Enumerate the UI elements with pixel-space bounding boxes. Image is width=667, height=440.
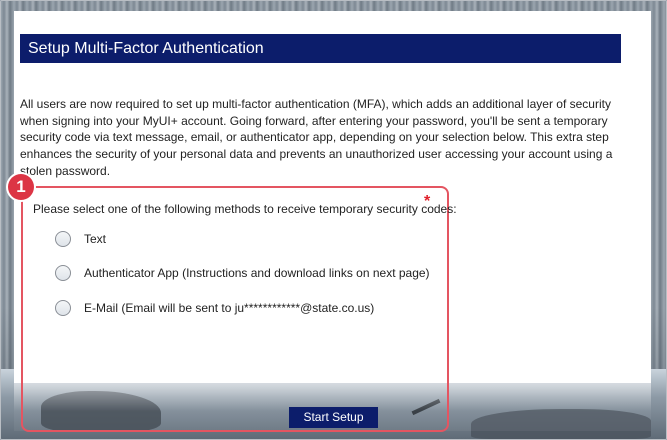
radio-email[interactable] — [55, 300, 71, 316]
option-email[interactable]: E-Mail (Email will be sent to ju********… — [55, 300, 374, 316]
start-setup-button[interactable]: Start Setup — [289, 407, 378, 428]
radio-authenticator-app[interactable] — [55, 265, 71, 281]
option-text[interactable]: Text — [55, 231, 106, 247]
callout-number-badge: 1 — [8, 174, 34, 200]
window-frame: Setup Multi-Factor Authentication All us… — [0, 0, 667, 440]
radio-text[interactable] — [55, 231, 71, 247]
page-title: Setup Multi-Factor Authentication — [20, 34, 621, 63]
method-prompt: Please select one of the following metho… — [33, 202, 457, 216]
required-marker: * — [424, 193, 431, 210]
intro-paragraph: All users are now required to set up mul… — [20, 97, 613, 178]
option-label: E-Mail (Email will be sent to ju********… — [84, 301, 375, 315]
option-label: Text — [84, 232, 107, 246]
option-label: Authenticator App (Instructions and down… — [84, 266, 430, 280]
option-authenticator-app[interactable]: Authenticator App (Instructions and down… — [55, 265, 430, 281]
